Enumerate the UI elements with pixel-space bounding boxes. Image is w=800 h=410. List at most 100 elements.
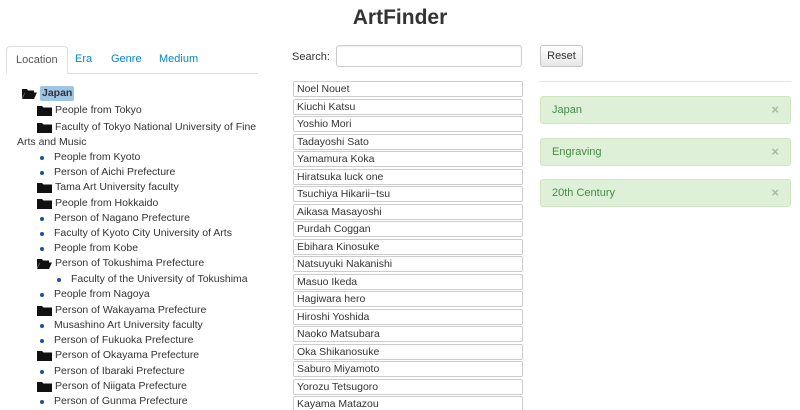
- folder-icon: [37, 105, 52, 116]
- tab-location[interactable]: Location: [6, 46, 68, 74]
- tree-node-label: Person of Fukuoka Prefecture: [54, 334, 194, 346]
- result-item[interactable]: Hiroshi Yoshida: [293, 308, 523, 325]
- tree-node[interactable]: Person of Wakayama Prefecture: [37, 303, 206, 318]
- result-item[interactable]: Natsuyuki Nakanishi: [293, 256, 523, 272]
- tree-node-label: People from Hokkaido: [55, 197, 159, 209]
- folder-icon: [37, 350, 52, 361]
- tree-node[interactable]: Tama Art University faculty: [37, 180, 179, 195]
- tree-node-label: Person of Niigata Prefecture: [55, 380, 187, 392]
- result-item[interactable]: Noel Nouet: [293, 81, 523, 97]
- bullet-icon: [40, 216, 44, 221]
- tab-medium[interactable]: Medium: [150, 46, 207, 73]
- result-item[interactable]: Hiratsuka luck one: [293, 168, 523, 185]
- result-item[interactable]: Yorozu Tetsugoro: [293, 378, 523, 395]
- tree-node[interactable]: Faculty of Tokyo National University of …: [37, 120, 256, 135]
- close-icon[interactable]: ×: [771, 139, 779, 165]
- tree-node[interactable]: People from Kyoto: [37, 150, 140, 165]
- filter-chip-label: 20th Century: [552, 187, 615, 199]
- bullet-icon: [40, 369, 44, 374]
- bullet-icon: [40, 155, 44, 160]
- bullet-icon: [40, 246, 44, 251]
- folder-icon: [37, 182, 52, 193]
- result-item[interactable]: Tadayoshi Sato: [293, 133, 523, 150]
- tree-node[interactable]: People from Kobe: [37, 241, 138, 256]
- tree-node-label: Musashino Art University faculty: [54, 319, 203, 331]
- folder-open-icon: [37, 258, 52, 269]
- tree-node[interactable]: Person of Ibaraki Prefecture: [37, 364, 185, 379]
- tree-node-label: Person of Aichi Prefecture: [54, 166, 176, 178]
- tree-node[interactable]: Person of Fukuoka Prefecture: [37, 333, 194, 348]
- result-item[interactable]: Saburo Miyamoto: [293, 361, 523, 377]
- tree-node[interactable]: Person of Okayama Prefecture: [37, 348, 199, 363]
- result-item[interactable]: Ebihara Kinosuke: [293, 238, 523, 255]
- filter-chip: Japan ×: [540, 96, 791, 124]
- filter-chip: Engraving ×: [540, 138, 791, 166]
- results-list: Noel Nouet Kiuchi Katsu Yoshio Mori Tadayos…: [293, 81, 523, 410]
- app-title: ArtFinder: [352, 6, 448, 29]
- folder-icon: [37, 122, 52, 133]
- tree-node[interactable]: People from Nagoya: [37, 287, 150, 302]
- tree-node-label: People from Tokyo: [55, 104, 142, 116]
- result-item[interactable]: Oka Shikanosuke: [293, 343, 523, 360]
- bullet-icon: [40, 399, 44, 404]
- tree-node[interactable]: People from Tokyo: [37, 103, 142, 118]
- result-item[interactable]: Yamamura Koka: [293, 151, 523, 167]
- tree-node[interactable]: Faculty of the University of Tokushima: [54, 272, 248, 287]
- tree-node-label: Tama Art University faculty: [55, 181, 179, 193]
- tree-node-japan[interactable]: Japan: [22, 86, 75, 101]
- folder-icon: [37, 198, 52, 209]
- tree-node-label: People from Kobe: [54, 242, 139, 254]
- result-item[interactable]: Tsuchiya Hikarii~tsu: [293, 186, 523, 202]
- search-label: Search:: [292, 51, 330, 63]
- result-item[interactable]: Masuo Ikeda: [293, 273, 523, 290]
- tree-node[interactable]: Faculty of Kyoto City University of Arts: [37, 226, 232, 241]
- tree-node[interactable]: Person of Tokushima Prefecture: [37, 256, 204, 271]
- tree-node-label: Faculty of Kyoto City University of Arts: [54, 227, 232, 239]
- tree-node[interactable]: Musashino Art University faculty: [37, 318, 203, 333]
- tab-era[interactable]: Era: [66, 46, 101, 73]
- bullet-icon: [40, 231, 44, 236]
- tree-node-label: People from Nagoya: [54, 288, 150, 300]
- tree-node[interactable]: Person of Aichi Prefecture: [37, 165, 175, 180]
- result-item[interactable]: Kiuchi Katsu: [293, 98, 523, 115]
- result-item[interactable]: Kayama Matazou: [293, 396, 523, 410]
- tree-node-label: Person of Nagano Prefecture: [54, 212, 190, 224]
- tab-genre[interactable]: Genre: [102, 46, 151, 73]
- folder-open-icon: [22, 88, 37, 99]
- tree-node-label: Person of Wakayama Prefecture: [55, 304, 207, 316]
- tree-node-label: Japan: [40, 86, 75, 101]
- bullet-icon: [57, 277, 61, 282]
- result-item[interactable]: Aikasa Masayoshi: [293, 203, 523, 220]
- result-item[interactable]: Yoshio Mori: [293, 116, 523, 132]
- divider: [539, 81, 791, 82]
- bullet-icon: [40, 338, 44, 343]
- reset-button[interactable]: Reset: [540, 45, 583, 67]
- tree-node[interactable]: Person of Nagano Prefecture: [37, 211, 190, 226]
- folder-icon: [37, 305, 52, 316]
- tree-node-label-continuation: Arts and Music: [17, 136, 87, 148]
- filter-chip: 20th Century ×: [540, 179, 791, 207]
- result-item[interactable]: Naoko Matsubara: [293, 326, 523, 342]
- tree-node-label: Faculty of Tokyo National University of …: [55, 121, 257, 133]
- tree-node[interactable]: Person of Gunma Prefecture: [37, 394, 188, 409]
- search-input[interactable]: [336, 45, 522, 67]
- filter-tabs: Location Era Genre Medium: [6, 46, 258, 74]
- filter-chip-label: Japan: [552, 104, 582, 116]
- bullet-icon: [40, 323, 44, 328]
- bullet-icon: [40, 170, 44, 175]
- tree-node-label: Person of Okayama Prefecture: [55, 349, 200, 361]
- tree-node[interactable]: People from Hokkaido: [37, 196, 158, 211]
- tree-node-label: People from Kyoto: [54, 151, 141, 163]
- result-item[interactable]: Hagiwara hero: [293, 291, 523, 307]
- tree-node-label: Person of Gunma Prefecture: [54, 395, 188, 407]
- result-item[interactable]: Purdah Coggan: [293, 221, 523, 237]
- bullet-icon: [40, 292, 44, 297]
- folder-icon: [37, 381, 52, 392]
- tree-node[interactable]: Person of Niigata Prefecture: [37, 379, 187, 394]
- tree-node-label: Person of Ibaraki Prefecture: [54, 365, 185, 377]
- tree-node-label: Faculty of the University of Tokushima: [71, 273, 248, 285]
- close-icon[interactable]: ×: [771, 180, 779, 206]
- filter-chip-label: Engraving: [552, 146, 602, 158]
- close-icon[interactable]: ×: [771, 97, 779, 123]
- tree-node-label: Person of Tokushima Prefecture: [55, 257, 205, 269]
